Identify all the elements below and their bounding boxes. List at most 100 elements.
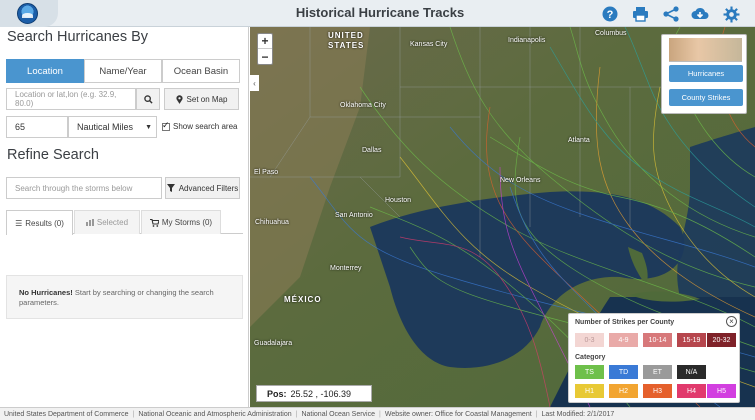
refine-heading: Refine Search <box>7 147 99 163</box>
location-input[interactable]: Location or lat,lon (e.g. 32.9, 80.0) <box>6 88 136 110</box>
category-swatch: H3 <box>643 384 672 398</box>
tab-selected-label: Selected <box>96 218 129 227</box>
map-label-city: Houston <box>385 197 412 204</box>
map-label-city: Kansas City <box>410 41 448 48</box>
footer-link[interactable]: United States Department of Commerce <box>4 411 129 418</box>
tab-ocean-basin[interactable]: Ocean Basin <box>162 59 240 83</box>
category-swatch: H5 <box>707 384 736 398</box>
tab-selected[interactable]: Selected <box>74 210 140 234</box>
tab-results-label: Results (0) <box>25 218 64 228</box>
map-label-city: Columbus <box>595 30 627 37</box>
layer-switch-panel: Hurricanes County Strikes <box>661 34 747 114</box>
hurricanes-layer-button[interactable]: Hurricanes <box>669 65 743 82</box>
tab-my-storms[interactable]: My Storms (0) <box>141 210 221 234</box>
strike-bin-swatch: 10-14 <box>643 333 672 347</box>
category-legend-title: Category <box>575 354 606 361</box>
share-icon[interactable] <box>662 5 680 23</box>
map-marker-icon <box>175 94 183 104</box>
footer-separator: | <box>535 410 538 418</box>
strike-bin-swatch: 20-32 <box>707 333 736 347</box>
map-label-united: UNITED <box>328 31 364 40</box>
map-label-city: New Orleans <box>500 177 541 184</box>
county-strikes-layer-button[interactable]: County Strikes <box>669 89 743 106</box>
map-label-mexico: MÉXICO <box>284 295 322 304</box>
category-swatch: TS <box>575 365 604 379</box>
map-label-city: Guadalajara <box>254 340 293 347</box>
map-label-city: Oklahoma City <box>340 102 386 109</box>
footer-separator: | <box>295 410 298 418</box>
noaa-logo[interactable] <box>17 3 38 24</box>
cursor-position-readout: Pos: 25.52 , -106.39 <box>256 385 372 402</box>
advanced-filters-button[interactable]: Advanced Filters <box>165 177 240 199</box>
app-header: Historical Hurricane Tracks ? <box>0 0 755 27</box>
svg-text:?: ? <box>607 9 614 21</box>
footer-link[interactable]: National Ocean Service <box>301 411 375 418</box>
no-results-title: No Hurricanes! <box>19 288 73 297</box>
show-search-area-option[interactable]: Show search area <box>162 120 238 131</box>
advanced-filters-label: Advanced Filters <box>178 183 239 193</box>
footer-link[interactable]: National Oceanic and Atmospheric Adminis… <box>138 411 291 418</box>
zoom-control: + − <box>257 33 273 65</box>
settings-icon[interactable] <box>722 5 740 23</box>
strikes-legend-title: Number of Strikes per County <box>575 319 675 326</box>
strike-bin-swatch: 4-9 <box>609 333 638 347</box>
category-swatch: H1 <box>575 384 604 398</box>
no-results-message: No Hurricanes! Start by searching or cha… <box>6 275 243 319</box>
collapse-sidebar-button[interactable]: ‹ <box>250 75 259 91</box>
print-icon[interactable] <box>631 5 649 23</box>
category-swatch: ET <box>643 365 672 379</box>
close-legend-icon[interactable]: × <box>726 316 737 327</box>
site-footer: United States Department of Commerce | N… <box>0 407 755 420</box>
zoom-in-button[interactable]: + <box>258 34 272 49</box>
footer-text: Last Modified: 2/1/2017 <box>541 410 615 418</box>
category-swatch: H2 <box>609 384 638 398</box>
category-swatch: TD <box>609 365 638 379</box>
layer-thumbnail <box>669 38 742 62</box>
filter-icon <box>166 184 175 192</box>
map-label-city: El Paso <box>254 169 279 176</box>
category-swatch: N/A <box>677 365 706 379</box>
set-on-map-button[interactable]: Set on Map <box>164 88 239 110</box>
tab-my-storms-label: My Storms (0) <box>161 218 213 227</box>
map-label-city: Indianapolis <box>508 37 546 44</box>
category-swatch: H4 <box>677 384 706 398</box>
search-icon <box>143 94 153 104</box>
help-icon[interactable]: ? <box>601 5 619 23</box>
footer-link[interactable]: Website owner: Office for Coastal Manage… <box>385 411 532 418</box>
radius-input[interactable]: 65 <box>6 116 68 138</box>
units-selected-value: Nautical Miles <box>77 122 134 132</box>
search-sidebar: Search Hurricanes By Location Name/Year … <box>0 27 249 407</box>
position-label: Pos: <box>267 388 287 399</box>
filter-storms-input[interactable]: Search through the storms below <box>6 177 162 199</box>
map-label-states: STATES <box>328 41 365 50</box>
map-label-city: Chihuahua <box>255 219 289 226</box>
bar-chart-icon <box>85 219 94 226</box>
tab-location[interactable]: Location <box>6 59 84 83</box>
search-mode-tabs: Location Name/Year Ocean Basin <box>6 59 240 83</box>
search-heading: Search Hurricanes By <box>7 29 149 45</box>
map-label-city: San Antonio <box>335 212 373 219</box>
zoom-out-button[interactable]: − <box>258 49 272 64</box>
map-legend: Number of Strikes per County × 0-3 4-9 1… <box>568 313 740 403</box>
tab-results[interactable]: ☰ Results (0) <box>6 210 73 235</box>
result-tabs: ☰ Results (0) Selected My Storms (0) <box>6 210 243 235</box>
set-on-map-label: Set on Map <box>186 94 228 104</box>
footer-separator: | <box>379 410 381 418</box>
units-select[interactable]: Nautical Miles ▼ <box>68 116 157 138</box>
page-title: Historical Hurricane Tracks <box>295 5 465 20</box>
strike-bin-swatch: 15-19 <box>677 333 706 347</box>
location-search-button[interactable] <box>136 88 160 110</box>
show-search-area-checkbox[interactable] <box>162 120 170 131</box>
logo-tab <box>0 0 58 27</box>
app-root: { "header": { "title": "Historical Hurri… <box>0 0 755 420</box>
strike-bin-swatch: 0-3 <box>575 333 604 347</box>
tab-name-year[interactable]: Name/Year <box>84 59 162 83</box>
footer-separator: | <box>132 410 135 418</box>
show-search-area-label: Show search area <box>173 122 238 131</box>
download-icon[interactable] <box>691 5 709 23</box>
position-value: 25.52 , -106.39 <box>290 388 352 399</box>
map-label-city: Monterrey <box>330 265 362 272</box>
cart-icon <box>149 218 159 227</box>
chevron-down-icon: ▼ <box>145 123 152 131</box>
map-label-city: Dallas <box>362 147 382 154</box>
